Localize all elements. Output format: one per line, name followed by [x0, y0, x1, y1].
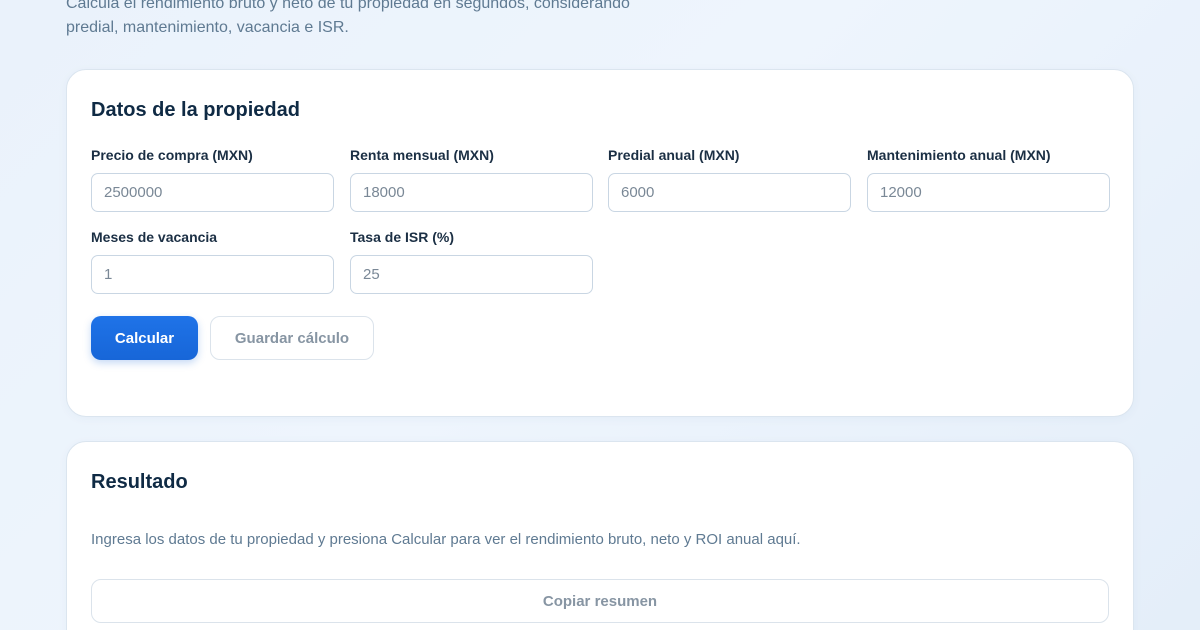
isr-rate-field: Tasa de ISR (%): [350, 228, 593, 294]
annual-maintenance-input[interactable]: [867, 173, 1110, 212]
intro-line-1: Calcula el rendimiento bruto y neto de t…: [66, 0, 630, 12]
result-title: Resultado: [91, 471, 188, 493]
monthly-rent-field: Renta mensual (MXN): [350, 146, 593, 212]
purchase-price-field: Precio de compra (MXN): [91, 146, 334, 212]
result-card: Resultado Ingresa los datos de tu propie…: [66, 441, 1134, 630]
isr-rate-label: Tasa de ISR (%): [350, 229, 454, 245]
result-message: Ingresa los datos de tu propiedad y pres…: [91, 531, 801, 548]
annual-property-tax-field: Predial anual (MXN): [608, 146, 851, 212]
copy-summary-button[interactable]: Copiar resumen: [91, 579, 1109, 623]
annual-maintenance-field: Mantenimiento anual (MXN): [867, 146, 1110, 212]
vacancy-months-label: Meses de vacancia: [91, 229, 218, 245]
isr-rate-input[interactable]: [350, 255, 593, 294]
save-calculation-button[interactable]: Guardar cálculo: [210, 316, 374, 360]
monthly-rent-label: Renta mensual (MXN): [350, 147, 494, 163]
vacancy-months-field: Meses de vacancia: [91, 228, 334, 294]
property-data-title: Datos de la propiedad: [91, 99, 300, 121]
vacancy-months-input[interactable]: [91, 255, 334, 294]
annual-property-tax-label: Predial anual (MXN): [608, 147, 740, 163]
purchase-price-input[interactable]: [91, 173, 334, 212]
property-data-card: Datos de la propiedad Precio de compra (…: [66, 69, 1134, 417]
calculate-button[interactable]: Calcular: [91, 316, 198, 360]
intro-line-2: predial, mantenimiento, vacancia e ISR.: [66, 19, 349, 36]
intro-text: Calcula el rendimiento bruto y neto de t…: [66, 0, 666, 40]
annual-property-tax-input[interactable]: [608, 173, 851, 212]
purchase-price-label: Precio de compra (MXN): [91, 147, 253, 163]
annual-maintenance-label: Mantenimiento anual (MXN): [867, 147, 1051, 163]
monthly-rent-input[interactable]: [350, 173, 593, 212]
